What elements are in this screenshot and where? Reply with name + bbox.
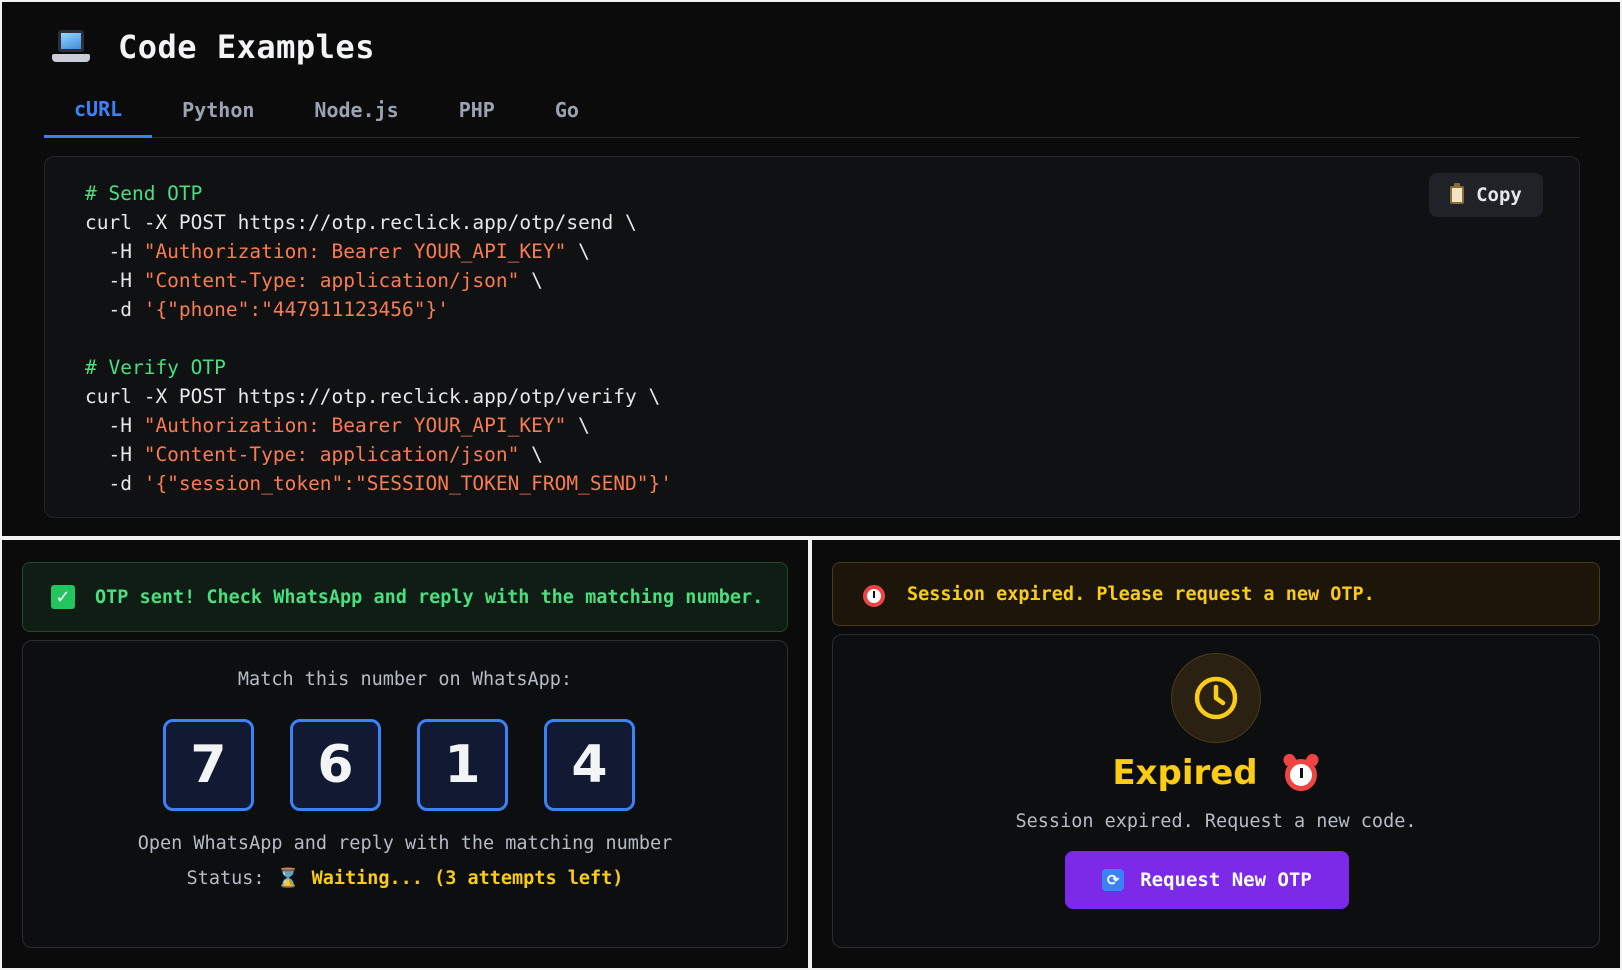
language-tabs: cURL Python Node.js PHP Go [44,82,1580,138]
expired-card: Expired Session expired. Request a new c… [832,634,1600,948]
code-line-send-cmd: curl -X POST https://otp.reclick.app/otp… [85,211,637,234]
expired-subtitle: Session expired. Request a new code. [1015,811,1417,832]
code-string: "Authorization: Bearer YOUR_API_KEY" [143,414,567,437]
code-string: "Authorization: Bearer YOUR_API_KEY" [143,240,567,263]
tab-curl[interactable]: cURL [44,82,153,138]
code-flag: -H [85,443,144,466]
code-line-continuation: \ [566,414,590,437]
success-message: OTP sent! Check WhatsApp and reply with … [95,586,764,608]
expired-heading: Expired [833,751,1599,793]
code-block: Copy # Send OTP curl -X POST https://otp… [44,156,1580,518]
code-comment-verify: # Verify OTP [85,356,226,379]
code-string: '{"session_token":"SESSION_TOKEN_FROM_SE… [143,472,673,495]
refresh-icon: ⟳ [1102,869,1125,891]
copy-button[interactable]: Copy [1429,173,1543,217]
code-line-continuation: \ [519,443,543,466]
check-icon: ✓ [51,585,75,609]
success-alert: ✓ OTP sent! Check WhatsApp and reply wit… [22,562,788,632]
match-digits: 7 6 1 4 [163,719,635,811]
digit-box: 1 [417,719,508,811]
copy-button-label: Copy [1476,184,1522,206]
expired-message: Session expired. Please request a new OT… [907,583,1375,605]
clock-icon [1171,653,1261,743]
status-value: Waiting... (3 attempts left) [311,868,624,889]
code-flag: -H [85,240,144,263]
code-flag: -H [85,414,144,437]
header: Code Examples [52,22,375,72]
code-flag: -d [85,298,144,321]
otp-sent-panel: ✓ OTP sent! Check WhatsApp and reply wit… [2,540,808,968]
code-snippet: # Send OTP curl -X POST https://otp.recl… [85,179,672,498]
expired-title: Expired [1112,753,1258,793]
status-label: Status: [186,868,265,889]
alarm-clock-icon [1280,751,1321,792]
alarm-clock-icon [861,581,887,607]
otp-expired-panel: Session expired. Please request a new OT… [812,540,1620,968]
code-comment-send: # Send OTP [85,182,203,205]
digit-box: 7 [163,719,254,811]
code-string: "Content-Type: application/json" [143,269,520,292]
digit-box: 6 [290,719,381,811]
expired-alert: Session expired. Please request a new OT… [832,562,1600,626]
request-button-label: Request New OTP [1140,869,1312,891]
code-line-continuation: \ [566,240,590,263]
tab-python[interactable]: Python [152,82,284,138]
status-line: Status: ⌛ Waiting... (3 attempts left) [23,867,787,889]
code-string: "Content-Type: application/json" [143,443,520,466]
code-line-verify-cmd: curl -X POST https://otp.reclick.app/otp… [85,385,661,408]
hourglass-icon: ⌛ [276,868,300,889]
tab-php[interactable]: PHP [429,82,525,138]
match-label: Match this number on WhatsApp: [237,669,573,690]
code-examples-panel: Code Examples cURL Python Node.js PHP Go… [2,2,1620,536]
code-flag: -H [85,269,144,292]
request-new-otp-button[interactable]: ⟳ Request New OTP [1065,851,1349,909]
tab-go[interactable]: Go [525,82,609,138]
digit-box: 4 [544,719,635,811]
code-line-continuation: \ [519,269,543,292]
instruction-text: Open WhatsApp and reply with the matchin… [137,833,673,854]
page-title: Code Examples [118,28,375,66]
tab-nodejs[interactable]: Node.js [284,82,428,138]
match-number-card: Match this number on WhatsApp: 7 6 1 4 O… [22,640,788,948]
clipboard-icon [1450,183,1465,204]
code-string: '{"phone":"447911123456"}' [143,298,449,321]
laptop-icon [52,28,90,66]
code-flag: -d [85,472,144,495]
